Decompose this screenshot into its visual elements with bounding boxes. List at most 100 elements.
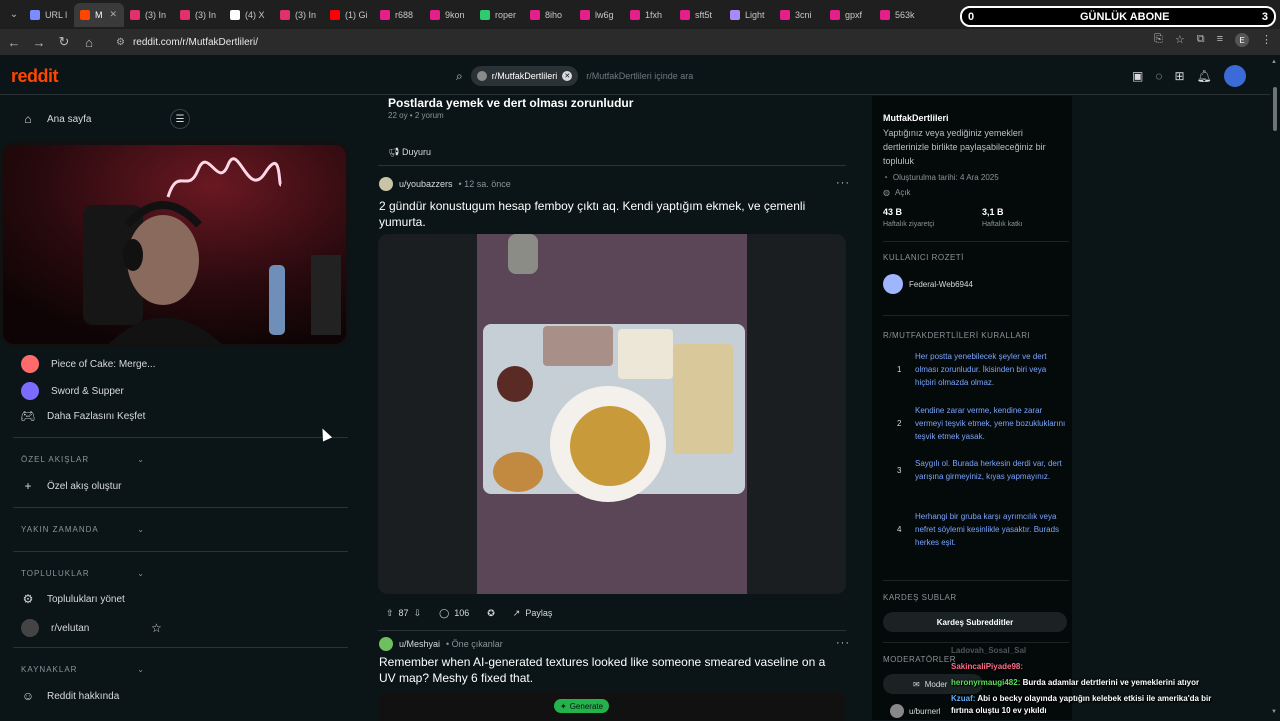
browser-tab[interactable]: Light <box>724 3 774 27</box>
sidebar-item-game[interactable]: Piece of Cake: Merge... <box>21 355 156 373</box>
visibility-label: Açık <box>894 188 911 197</box>
author-avatar[interactable] <box>379 637 393 651</box>
more-options-icon[interactable]: ··· <box>836 637 850 649</box>
upvote-icon[interactable]: ⇧ <box>386 608 394 619</box>
pinned-post-meta: 22 oy • 2 yorum <box>388 111 444 120</box>
post-image[interactable] <box>378 234 846 594</box>
post-title[interactable]: 2 gündür konustugum hesap femboy çıktı a… <box>379 198 839 230</box>
sidebar-item-game[interactable]: Sword & Supper <box>21 382 124 400</box>
search-bar[interactable]: ⌕ r/MutfakDertlileri ✕ r/MutfakDertliler… <box>456 65 816 87</box>
chat-message: fırtına oluştu 10 ev yıkıldı <box>951 706 1047 715</box>
browser-tab[interactable]: sft5t <box>674 3 724 27</box>
sidebar-item-velutan[interactable]: r/velutan ☆ <box>21 619 162 637</box>
profile-avatar[interactable]: E <box>1235 33 1249 47</box>
user-avatar[interactable] <box>1223 65 1246 87</box>
rule-number: 3 <box>897 465 902 475</box>
share-button[interactable]: ↗ Paylaş <box>509 604 557 622</box>
moderator-entry[interactable]: u/burnerl <box>890 704 941 718</box>
menu-icon[interactable]: ⋮ <box>1261 33 1272 47</box>
browser-tab[interactable]: URL l <box>24 3 74 27</box>
reddit-logo[interactable]: reddit <box>11 66 59 87</box>
browser-tab[interactable]: r688 <box>374 3 424 27</box>
url-field[interactable]: ⚙ reddit.com/r/MutfakDertlileri/ <box>116 37 258 48</box>
custom-feeds-header[interactable]: ÖZEL AKIŞLAR ⌄ <box>21 455 145 464</box>
back-icon[interactable]: ← <box>3 31 25 53</box>
sidebar-item-manage-communities[interactable]: ⚙ Toplulukları yönet <box>21 592 125 606</box>
create-post-icon[interactable]: ⊞ <box>1174 69 1184 83</box>
communities-header[interactable]: TOPLULUKLAR ⌄ <box>21 569 145 578</box>
collapse-menu-icon[interactable]: ☰ <box>170 109 190 129</box>
sidebar-item-about-reddit[interactable]: ☺ Reddit hakkında <box>21 689 119 703</box>
browser-tab[interactable]: gpxf <box>824 3 874 27</box>
award-button[interactable]: ✪ <box>483 604 499 622</box>
tab-close-icon[interactable]: ✕ <box>110 9 118 20</box>
user-badge-avatar <box>883 274 903 294</box>
sidebar-divider <box>13 551 348 552</box>
site-info-icon[interactable]: ⚙ <box>116 37 125 48</box>
community-rule[interactable]: 1 Her postta yenebilecek şeyler ve dert o… <box>883 350 1069 389</box>
browser-tab[interactable]: (3) In <box>124 3 174 27</box>
browser-tab[interactable]: (3) In <box>274 3 324 27</box>
media-icon[interactable]: ≡ <box>1217 33 1223 47</box>
tab-label: 8iho <box>545 9 563 20</box>
announcement-flair[interactable]: 📢︎ Duyuru <box>388 147 431 158</box>
feed-divider <box>378 165 846 166</box>
star-icon[interactable]: ☆ <box>1175 33 1185 47</box>
feed-divider <box>378 630 846 631</box>
reload-icon[interactable]: ↻ <box>53 31 75 53</box>
home-icon[interactable]: ⌂ <box>78 31 100 53</box>
sidebar-item-explore-more[interactable]: 🎮︎ Daha Fazlasını Keşfet <box>20 409 145 423</box>
browser-tab[interactable]: 3cni <box>774 3 824 27</box>
scroll-down-icon[interactable]: ▼ <box>1271 709 1277 715</box>
promoted-media[interactable]: ✦ Generate <box>378 691 846 721</box>
post-title[interactable]: Remember when AI-generated textures look… <box>379 654 839 686</box>
browser-tab[interactable]: 9kon <box>424 3 474 27</box>
browser-tab[interactable]: lw6g <box>574 3 624 27</box>
community-rule[interactable]: 3 Saygılı ol. Burada herkesin derdi var, … <box>883 457 1069 483</box>
sidebar-divider <box>883 315 1069 316</box>
sister-subreddits-button[interactable]: Kardeş Subredditler <box>883 612 1067 632</box>
community-rule[interactable]: 4 Herhangi bir gruba karşı ayrımcılık vey… <box>883 510 1069 549</box>
post-author[interactable]: u/Meshyai <box>399 639 440 649</box>
advertise-icon[interactable]: ▣ <box>1132 69 1143 83</box>
browser-tab[interactable]: roper <box>474 3 524 27</box>
browser-tab[interactable]: 1fxh <box>624 3 674 27</box>
recent-header[interactable]: YAKIN ZAMANDA ⌄ <box>21 525 145 534</box>
tab-label: roper <box>495 9 517 20</box>
clear-chip-icon[interactable]: ✕ <box>562 71 573 81</box>
resources-header[interactable]: KAYNAKLAR ⌄ <box>21 665 145 674</box>
post-author[interactable]: u/youbazzers <box>399 179 453 189</box>
generate-button[interactable]: ✦ Generate <box>554 699 610 713</box>
pinned-post-title[interactable]: Postlarda yemek ve dert olması zorunludu… <box>388 96 633 110</box>
browser-tab[interactable]: (3) In <box>174 3 224 27</box>
install-icon[interactable]: ⎘ <box>1154 33 1163 47</box>
tab-search-icon[interactable]: ⌄ <box>4 5 24 25</box>
author-avatar[interactable] <box>379 177 393 191</box>
browser-tab[interactable]: M ✕ <box>74 2 124 27</box>
notifications-icon[interactable]: 🔔︎ <box>1197 69 1212 83</box>
comments-button[interactable]: ◯ 106 <box>435 604 473 622</box>
sidebar-item-home[interactable]: ⌂ Ana sayfa <box>21 112 91 126</box>
sidebar-item-create-feed[interactable]: + Özel akış oluştur <box>21 479 121 493</box>
page-scrollbar[interactable]: ▲ ▼ <box>1270 57 1280 720</box>
extensions-icon[interactable]: ⧉ <box>1197 33 1205 47</box>
scroll-up-icon[interactable]: ▲ <box>1271 59 1277 65</box>
community-rule[interactable]: 2 Kendine zarar verme, kendine zarar verm… <box>883 404 1069 443</box>
search-input[interactable]: r/MutfakDertlileri içinde ara <box>586 71 693 81</box>
chat-icon[interactable]: ◌ <box>1155 69 1162 83</box>
weekly-visitors-value: 43 B <box>883 207 903 217</box>
sidebar-divider <box>13 507 348 508</box>
forward-icon[interactable]: → <box>28 31 50 53</box>
user-badge[interactable]: Federal-Web6944 <box>883 274 973 294</box>
downvote-icon[interactable]: ⇩ <box>414 608 422 619</box>
vote-control: ⇧ 87 ⇩ <box>382 604 425 622</box>
browser-tab[interactable]: (4) X <box>224 3 274 27</box>
tab-label: (3) In <box>195 9 217 20</box>
browser-tab[interactable]: (1) Gi <box>324 3 374 27</box>
favorite-star-icon[interactable]: ☆ <box>151 621 162 635</box>
browser-tab[interactable]: 8iho <box>524 3 574 27</box>
scrollbar-thumb[interactable] <box>1273 87 1277 131</box>
browser-tab[interactable]: 563k <box>874 3 924 27</box>
search-community-chip[interactable]: r/MutfakDertlileri ✕ <box>470 66 579 86</box>
more-options-icon[interactable]: ··· <box>836 177 850 189</box>
